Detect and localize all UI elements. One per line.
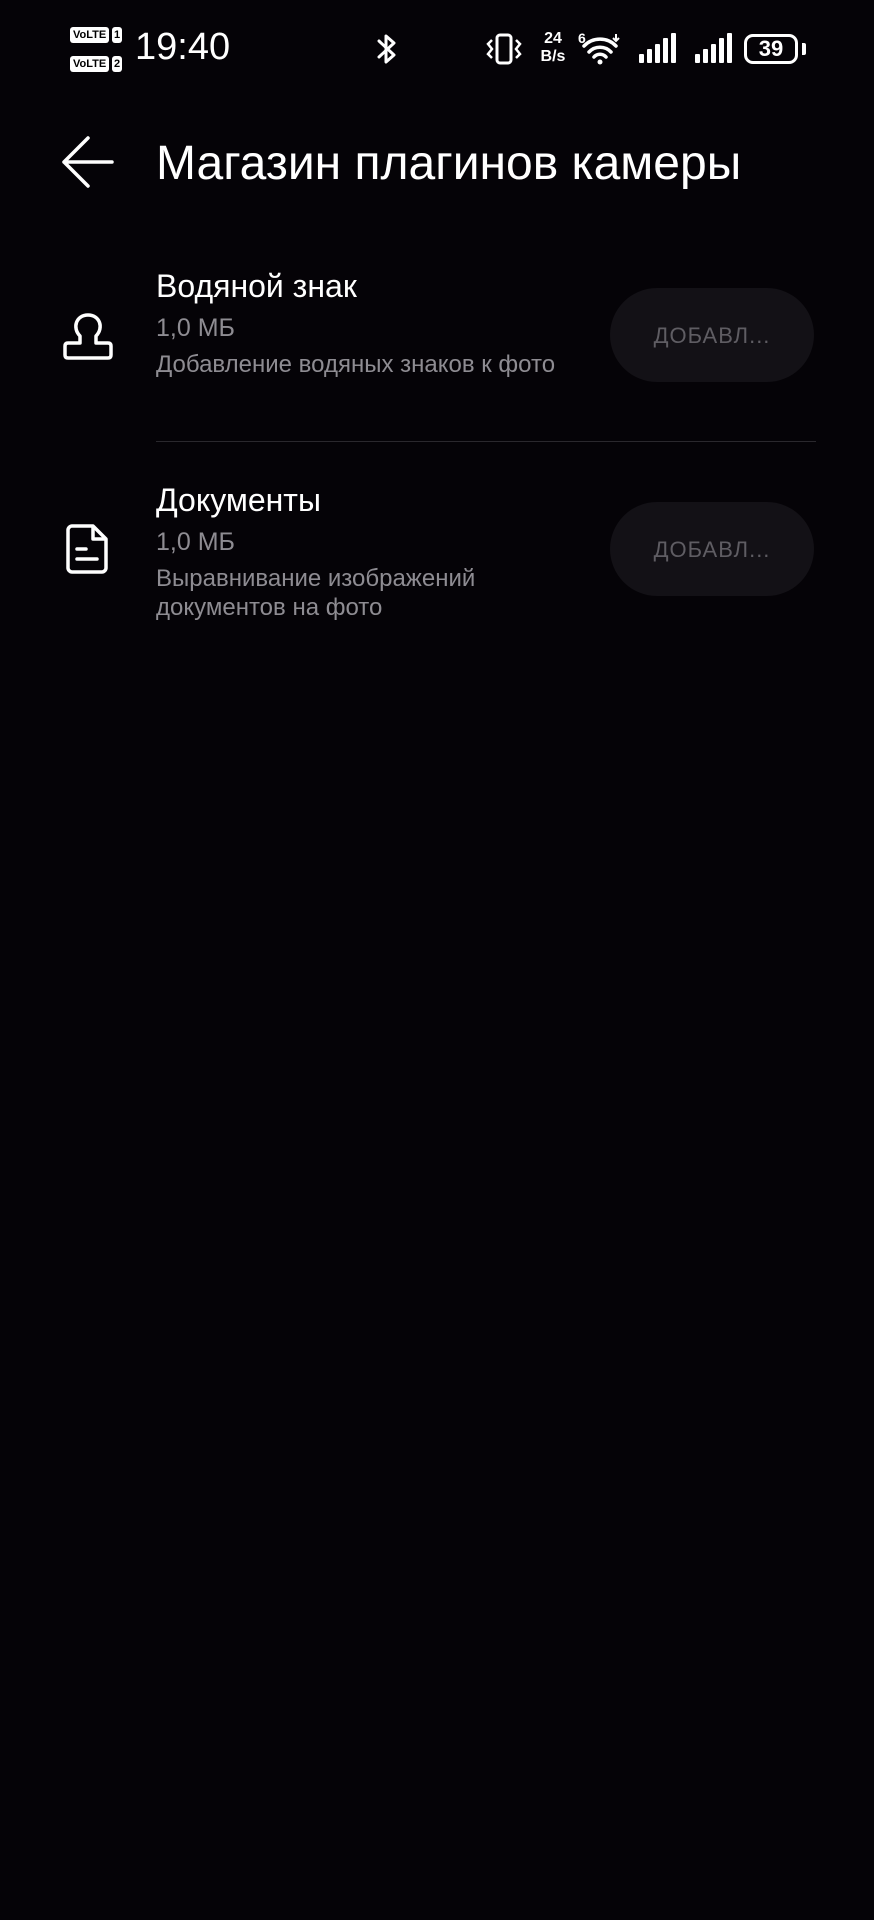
divider	[156, 441, 816, 442]
signal-icon	[639, 33, 676, 63]
battery-icon: 39	[744, 34, 798, 64]
page-title: Магазин плагинов камеры	[156, 137, 742, 190]
sim2-indicator: VoLTE 2	[70, 54, 122, 74]
add-button[interactable]: ДОБАВЛ...	[610, 288, 814, 382]
network-speed-value: 24	[544, 30, 562, 47]
sim1-indicator: VoLTE 1	[70, 25, 122, 45]
back-button[interactable]	[58, 132, 118, 192]
signal-icon	[695, 33, 732, 63]
document-icon	[66, 524, 108, 574]
battery-level: 39	[758, 36, 784, 61]
sim1-volte-label: VoLTE	[70, 27, 110, 43]
battery-tip	[802, 43, 806, 55]
sim2-volte-label: VoLTE	[70, 56, 110, 72]
arrow-left-icon	[62, 136, 114, 188]
bluetooth-icon	[377, 34, 396, 64]
plugin-name: Водяной знак	[156, 268, 357, 304]
add-button[interactable]: ДОБАВЛ...	[610, 502, 814, 596]
network-speed: 24 B/s	[536, 30, 570, 66]
plugin-name: Документы	[156, 482, 321, 518]
plugin-size: 1,0 МБ	[156, 314, 235, 342]
network-speed-unit: B/s	[540, 48, 566, 65]
plugin-description: Добавление водяных знаков к фото	[156, 351, 556, 378]
vibrate-icon	[486, 33, 522, 65]
status-bar: VoLTE 1 VoLTE 2 19:40 24 B/s 6 39	[0, 0, 874, 100]
sim2-slot: 2	[112, 56, 122, 72]
sim1-slot: 1	[112, 27, 122, 43]
stamp-icon	[63, 313, 113, 360]
clock: 19:40	[135, 26, 231, 68]
wifi-icon: 6	[578, 30, 622, 66]
plugin-description: Выравнивание изображений документов на ф…	[156, 565, 476, 621]
plugin-size: 1,0 МБ	[156, 528, 235, 556]
